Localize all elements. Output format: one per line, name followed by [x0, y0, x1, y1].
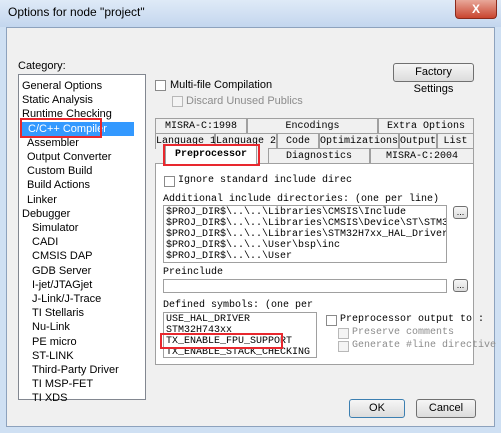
category-item[interactable]: Output Converter: [27, 150, 111, 164]
highlight-compiler: [20, 118, 102, 138]
category-item[interactable]: Static Analysis: [22, 93, 93, 107]
tab-misra-2004[interactable]: MISRA-C:2004: [370, 148, 474, 164]
preinclude-label: Preinclude: [163, 267, 224, 278]
cancel-button[interactable]: Cancel: [416, 399, 476, 418]
generate-line-checkbox[interactable]: [338, 341, 349, 352]
category-item[interactable]: Custom Build: [27, 164, 92, 178]
highlight-preprocessor: [163, 144, 260, 166]
tab-list[interactable]: List: [437, 133, 474, 149]
include-path-line: $PROJ_DIR$\..\..\User\bsp\inc: [166, 240, 341, 251]
defined-symbols-label: Defined symbols: (one per: [163, 300, 314, 311]
tab-diagnostics[interactable]: Diagnostics: [268, 148, 370, 164]
include-path-line: $PROJ_DIR$\..\..\Libraries\STM32H7xx_HAL…: [166, 229, 447, 240]
ok-button[interactable]: OK: [349, 399, 405, 418]
category-item[interactable]: CADI: [32, 235, 58, 249]
category-item[interactable]: GDB Server: [32, 264, 91, 278]
discard-label: Discard Unused Publics: [186, 95, 303, 107]
tab-encodings[interactable]: Encodings: [247, 118, 378, 134]
category-label: Category:: [18, 60, 66, 72]
preserve-comments-checkbox[interactable]: [338, 328, 349, 339]
category-item[interactable]: TI Stellaris: [32, 306, 84, 320]
highlight-fpu-symbol: [160, 333, 283, 349]
factory-settings-button[interactable]: Factory Settings: [393, 63, 474, 95]
multifile-checkbox[interactable]: [155, 80, 166, 91]
category-item[interactable]: ST-LINK: [32, 349, 74, 363]
category-item[interactable]: Linker: [27, 193, 57, 207]
include-directories-field[interactable]: $PROJ_DIR$\..\..\Libraries\CMSIS\Include…: [163, 205, 447, 263]
category-item[interactable]: TI MSP-FET: [32, 377, 93, 391]
category-item[interactable]: Third-Party Driver: [32, 363, 119, 377]
category-item[interactable]: CMSIS DAP: [32, 249, 93, 263]
preinclude-browse-button[interactable]: ...: [453, 279, 468, 292]
category-item[interactable]: General Options: [22, 79, 102, 93]
include-path-line: $PROJ_DIR$\..\..\Libraries\CMSIS\Device\…: [166, 218, 447, 229]
ignore-include-label: Ignore standard include direc: [178, 175, 353, 186]
tab-output[interactable]: Output: [399, 133, 437, 149]
include-path-line: $PROJ_DIR$\..\..\User: [166, 251, 293, 262]
close-button[interactable]: X: [455, 0, 497, 19]
tab-optimizations[interactable]: Optimizations: [319, 133, 399, 149]
preinclude-field[interactable]: [163, 279, 447, 293]
preserve-comments-label: Preserve comments: [352, 327, 455, 338]
tab-extra-options[interactable]: Extra Options: [378, 118, 474, 134]
generate-line-label: Generate #line directive: [352, 340, 497, 351]
preprocessor-output-label: Preprocessor output to :: [340, 314, 485, 325]
window-title: Options for node "project": [8, 5, 145, 19]
category-item[interactable]: J-Link/J-Trace: [32, 292, 101, 306]
multifile-label: Multi-file Compilation: [170, 79, 273, 91]
additional-include-label: Additional include directories: (one per…: [163, 194, 440, 205]
category-item[interactable]: Nu-Link: [32, 320, 70, 334]
category-item[interactable]: Simulator: [32, 221, 78, 235]
defined-symbol-line: USE_HAL_DRIVER: [166, 314, 251, 325]
tab-code[interactable]: Code: [277, 133, 319, 149]
include-browse-button[interactable]: ...: [453, 206, 468, 219]
tab-misra-1998[interactable]: MISRA-C:1998: [155, 118, 247, 134]
category-item[interactable]: PE micro: [32, 335, 77, 349]
ignore-include-checkbox[interactable]: [164, 176, 175, 187]
category-item[interactable]: Debugger: [22, 207, 70, 221]
discard-checkbox[interactable]: [172, 96, 183, 107]
include-path-line: $PROJ_DIR$\..\..\Libraries\CMSIS\Include: [166, 207, 407, 218]
category-item[interactable]: TI XDS: [32, 391, 67, 405]
category-item[interactable]: Build Actions: [27, 178, 90, 192]
preprocessor-output-checkbox[interactable]: [326, 315, 337, 326]
category-item[interactable]: I-jet/JTAGjet: [32, 278, 92, 292]
